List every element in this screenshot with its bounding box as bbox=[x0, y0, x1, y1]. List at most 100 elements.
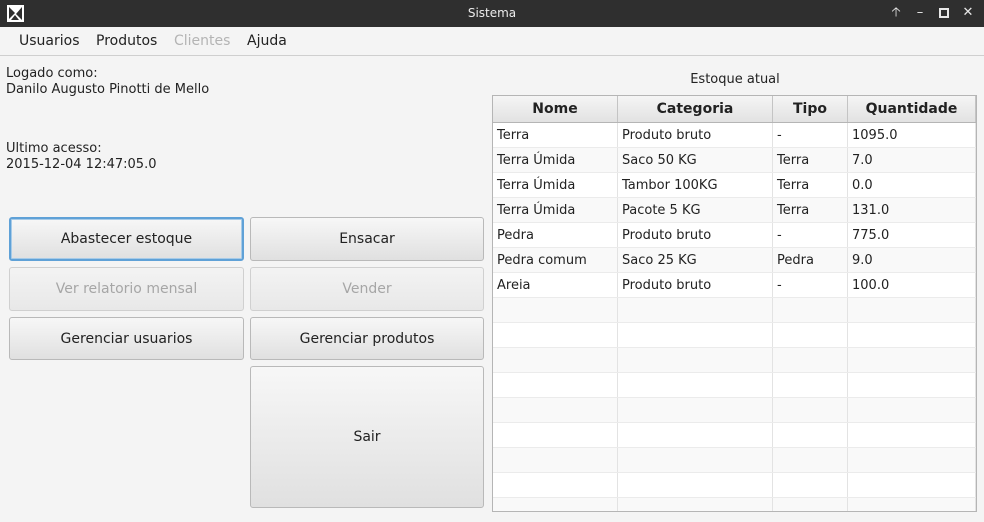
cell-quantidade bbox=[848, 498, 976, 511]
cell-quantidade: 100.0 bbox=[848, 273, 976, 297]
cell-quantidade bbox=[848, 373, 976, 397]
ensacar-button[interactable]: Ensacar bbox=[250, 217, 484, 261]
cell-categoria bbox=[618, 423, 773, 447]
table-row[interactable]: Terra Úmida Pacote 5 KG Terra 131.0 bbox=[493, 198, 976, 223]
last-access-label: Ultimo acesso: bbox=[6, 141, 102, 156]
cell-nome bbox=[493, 448, 618, 472]
cell-tipo bbox=[773, 473, 848, 497]
cell-tipo bbox=[773, 398, 848, 422]
cell-categoria bbox=[618, 448, 773, 472]
cell-categoria bbox=[618, 498, 773, 511]
cell-tipo bbox=[773, 348, 848, 372]
cell-categoria bbox=[618, 398, 773, 422]
sair-button[interactable]: Sair bbox=[250, 366, 484, 508]
cell-nome: Terra Úmida bbox=[493, 173, 618, 197]
last-access-value: 2015-12-04 12:47:05.0 bbox=[6, 157, 157, 172]
cell-nome bbox=[493, 348, 618, 372]
cell-nome: Pedra bbox=[493, 223, 618, 247]
empty-table-row[interactable] bbox=[493, 323, 976, 348]
abastecer-estoque-button[interactable]: Abastecer estoque bbox=[9, 217, 244, 261]
close-icon[interactable]: ✕ bbox=[959, 4, 977, 22]
cell-categoria: Pacote 5 KG bbox=[618, 198, 773, 222]
table-row[interactable]: Areia Produto bruto -100.0 bbox=[493, 273, 976, 298]
column-header-nome[interactable]: Nome bbox=[493, 96, 618, 122]
empty-table-row[interactable] bbox=[493, 398, 976, 423]
cell-tipo: - bbox=[773, 273, 848, 297]
cell-quantidade: 1095.0 bbox=[848, 123, 976, 147]
menu-clientes[interactable]: Clientes bbox=[164, 27, 240, 55]
keep-above-icon[interactable]: 🡡 bbox=[887, 4, 905, 22]
cell-tipo: Terra bbox=[773, 198, 848, 222]
cell-nome bbox=[493, 323, 618, 347]
cell-nome: Terra Úmida bbox=[493, 148, 618, 172]
table-row[interactable]: Pedra Produto bruto -775.0 bbox=[493, 223, 976, 248]
cell-tipo bbox=[773, 423, 848, 447]
empty-table-row[interactable] bbox=[493, 498, 976, 511]
table-title: Estoque atual bbox=[690, 72, 780, 87]
ver-relatorio-mensal-button[interactable]: Ver relatorio mensal bbox=[9, 267, 244, 311]
cell-tipo bbox=[773, 298, 848, 322]
cell-nome: Pedra comum bbox=[493, 248, 618, 272]
column-header-categoria[interactable]: Categoria bbox=[618, 96, 773, 122]
table-row[interactable]: Terra Produto bruto -1095.0 bbox=[493, 123, 976, 148]
cell-categoria: Saco 50 KG bbox=[618, 148, 773, 172]
cell-tipo bbox=[773, 448, 848, 472]
table-row[interactable]: Terra Úmida Saco 50 KG Terra 7.0 bbox=[493, 148, 976, 173]
main-window: Sistema 🡡 – ✕ Usuarios Produtos Clientes… bbox=[0, 0, 984, 522]
empty-table-row[interactable] bbox=[493, 473, 976, 498]
cell-nome bbox=[493, 423, 618, 447]
title-bar[interactable]: Sistema 🡡 – ✕ bbox=[0, 0, 984, 27]
cell-nome bbox=[493, 498, 618, 511]
cell-nome bbox=[493, 473, 618, 497]
cell-quantidade: 7.0 bbox=[848, 148, 976, 172]
cell-tipo: - bbox=[773, 223, 848, 247]
logged-label: Logado como: bbox=[6, 66, 98, 81]
empty-table-row[interactable] bbox=[493, 423, 976, 448]
table-header: Nome Categoria Tipo Quantidade bbox=[493, 96, 976, 123]
cell-nome: Areia bbox=[493, 273, 618, 297]
cell-tipo: Terra bbox=[773, 148, 848, 172]
cell-quantidade bbox=[848, 323, 976, 347]
cell-quantidade bbox=[848, 348, 976, 372]
gerenciar-produtos-button[interactable]: Gerenciar produtos bbox=[250, 317, 484, 360]
cell-tipo: - bbox=[773, 123, 848, 147]
table-row[interactable]: Terra Úmida Tambor 100KG Terra 0.0 bbox=[493, 173, 976, 198]
cell-nome bbox=[493, 298, 618, 322]
cell-categoria bbox=[618, 298, 773, 322]
empty-table-row[interactable] bbox=[493, 298, 976, 323]
cell-categoria bbox=[618, 473, 773, 497]
vender-button[interactable]: Vender bbox=[250, 267, 484, 311]
window-title: Sistema bbox=[467, 6, 517, 20]
cell-quantidade bbox=[848, 298, 976, 322]
empty-table-row[interactable] bbox=[493, 373, 976, 398]
minimize-icon[interactable]: – bbox=[911, 4, 929, 22]
cell-categoria: Saco 25 KG bbox=[618, 248, 773, 272]
cell-categoria: Produto bruto bbox=[618, 123, 773, 147]
cell-categoria bbox=[618, 348, 773, 372]
cell-quantidade bbox=[848, 473, 976, 497]
cell-categoria bbox=[618, 373, 773, 397]
cell-categoria: Produto bruto bbox=[618, 273, 773, 297]
cell-quantidade: 9.0 bbox=[848, 248, 976, 272]
cell-quantidade bbox=[848, 398, 976, 422]
empty-table-row[interactable] bbox=[493, 448, 976, 473]
cell-quantidade: 775.0 bbox=[848, 223, 976, 247]
column-header-quantidade[interactable]: Quantidade bbox=[848, 96, 976, 122]
maximize-icon[interactable] bbox=[935, 4, 953, 22]
cell-tipo: Pedra bbox=[773, 248, 848, 272]
menu-produtos[interactable]: Produtos bbox=[86, 27, 167, 55]
cell-quantidade bbox=[848, 448, 976, 472]
cell-nome: Terra Úmida bbox=[493, 198, 618, 222]
table-row[interactable]: Pedra comum Saco 25 KG Pedra 9.0 bbox=[493, 248, 976, 273]
menu-usuarios[interactable]: Usuarios bbox=[9, 27, 90, 55]
cell-nome: Terra bbox=[493, 123, 618, 147]
column-header-tipo[interactable]: Tipo bbox=[773, 96, 848, 122]
cell-categoria: Tambor 100KG bbox=[618, 173, 773, 197]
cell-categoria: Produto bruto bbox=[618, 223, 773, 247]
gerenciar-usuarios-button[interactable]: Gerenciar usuarios bbox=[9, 317, 244, 360]
cell-tipo bbox=[773, 373, 848, 397]
empty-table-row[interactable] bbox=[493, 348, 976, 373]
cell-quantidade bbox=[848, 423, 976, 447]
menu-ajuda[interactable]: Ajuda bbox=[237, 27, 297, 55]
stock-table[interactable]: Nome Categoria Tipo Quantidade Terra Prod… bbox=[492, 95, 977, 512]
